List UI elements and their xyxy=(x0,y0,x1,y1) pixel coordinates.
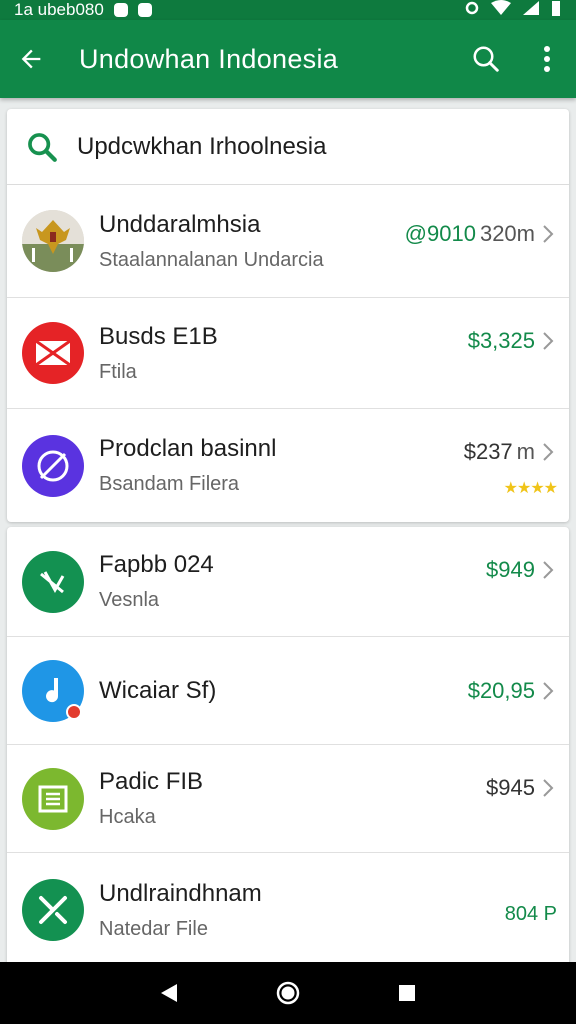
item-name: Unddaralmhsia xyxy=(99,210,261,238)
no-image-icon xyxy=(22,550,84,613)
search-field[interactable]: Updcwkhan Irhoolnesia xyxy=(7,109,569,185)
back-arrow-icon xyxy=(21,49,41,69)
chevron-right-icon xyxy=(539,778,557,798)
list-item[interactable]: Undlraindhnam Natedar File 804 P xyxy=(7,853,569,967)
compass-icon xyxy=(22,434,84,497)
results-card-primary: Updcwkhan Irhoolnesia Unddaralmhsia Staa… xyxy=(7,109,569,522)
wifi-icon xyxy=(490,0,512,21)
item-name: Busds E1B xyxy=(99,322,218,350)
search-icon xyxy=(473,46,499,72)
item-price: $237 xyxy=(463,439,513,464)
emblem-icon xyxy=(22,210,84,272)
item-subtitle: Staalannalanan Undarcia xyxy=(99,248,324,271)
item-price: 804 P xyxy=(504,903,557,925)
system-nav-bar xyxy=(0,962,576,1024)
home-circle-icon xyxy=(276,981,300,1005)
item-price: @9010 xyxy=(404,221,476,246)
recents-square-icon xyxy=(398,985,415,1001)
list-item[interactable]: Padic FIB Hcaka $945 xyxy=(7,745,569,853)
item-name: Fapbb 024 xyxy=(99,551,214,578)
signal-icon xyxy=(522,0,540,21)
chevron-right-icon xyxy=(539,681,557,701)
star-icon: ★ xyxy=(543,480,558,497)
item-subtitle: Hcaka xyxy=(99,806,156,828)
more-options-button[interactable] xyxy=(518,20,576,98)
nav-home-button[interactable] xyxy=(268,973,308,1013)
item-name: Prodclan basinnl xyxy=(99,435,277,462)
app-bar: Undowhan Indonesia xyxy=(0,20,576,98)
item-subtitle: Natedar File xyxy=(99,917,208,940)
item-subtitle: Vesnla xyxy=(99,589,160,611)
status-bar: 1a ubeb080 xyxy=(0,0,576,20)
music-note-icon xyxy=(22,659,84,722)
chevron-right-icon xyxy=(539,224,557,244)
chevron-right-icon xyxy=(539,442,557,462)
more-vert-icon xyxy=(544,46,550,72)
item-distance: 320m xyxy=(479,221,535,246)
tools-icon xyxy=(22,879,84,941)
item-price: $3,325 xyxy=(467,328,535,353)
search-icon xyxy=(28,132,57,162)
notification-icon xyxy=(137,3,152,17)
notification-icon xyxy=(113,3,128,17)
chevron-right-icon xyxy=(539,560,557,580)
list-item[interactable]: Prodclan basinnl Bsandam Filera $237 m ★… xyxy=(7,409,569,522)
battery-icon xyxy=(550,0,562,21)
list-item[interactable]: Busds E1B Ftila $3,325 xyxy=(7,298,569,409)
list-item[interactable]: Wicaiar Sf) $20,95 xyxy=(7,637,569,745)
star-icon: ★ xyxy=(516,480,531,497)
gear-icon xyxy=(464,0,480,21)
item-price: $20,95 xyxy=(467,677,535,703)
item-distance: m xyxy=(516,439,535,464)
search-button[interactable] xyxy=(454,20,518,98)
results-card-secondary: Fapbb 024 Vesnla $949 Wicaiar Sf) $20,95 xyxy=(7,527,569,967)
star-icon: ★ xyxy=(530,480,544,497)
item-subtitle: Ftila xyxy=(99,360,137,383)
item-subtitle: Bsandam Filera xyxy=(99,473,240,495)
search-query: Updcwkhan Irhoolnesia xyxy=(77,132,327,160)
back-button[interactable] xyxy=(0,20,62,98)
chevron-right-icon xyxy=(539,331,557,351)
nav-back-button[interactable] xyxy=(149,973,189,1013)
item-name: Wicaiar Sf) xyxy=(99,676,217,704)
item-price: $949 xyxy=(486,557,535,582)
back-triangle-icon xyxy=(161,984,178,1002)
list-item[interactable]: Unddaralmhsia Staalannalanan Undarcia @9… xyxy=(7,185,569,298)
item-name: Padic FIB xyxy=(99,768,204,795)
mail-icon xyxy=(22,322,84,384)
page-title: Undowhan Indonesia xyxy=(79,43,339,74)
list-item[interactable]: Fapbb 024 Vesnla $949 xyxy=(7,527,569,637)
status-text: 1a ubeb080 xyxy=(14,0,104,19)
star-icon: ★ xyxy=(503,480,518,497)
document-icon xyxy=(22,767,84,830)
item-price: $945 xyxy=(486,775,535,800)
nav-recents-button[interactable] xyxy=(387,973,427,1013)
item-name: Undlraindhnam xyxy=(99,879,262,907)
star-rating: ★★★★ xyxy=(503,478,558,498)
verified-badge-icon xyxy=(66,703,82,720)
